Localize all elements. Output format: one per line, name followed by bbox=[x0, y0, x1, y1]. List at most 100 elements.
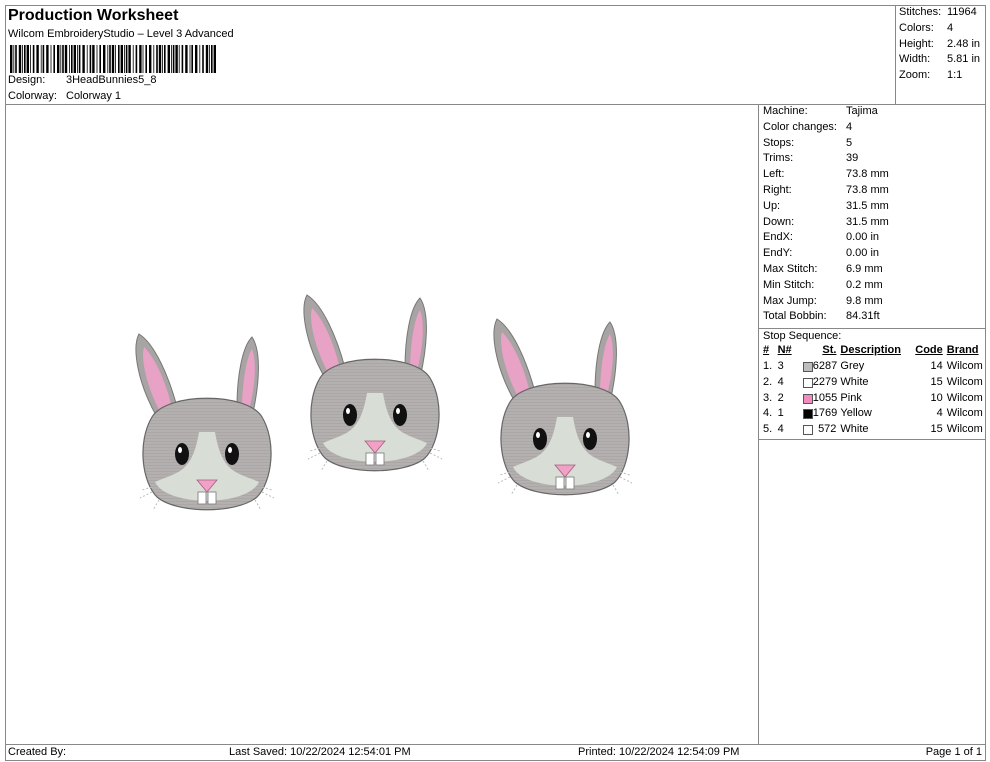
stop-index: 3. bbox=[763, 391, 773, 404]
stat-row: Total Bobbin: 84.31ft bbox=[759, 310, 986, 326]
stat-row: Max Jump: 9.8 mm bbox=[759, 295, 986, 311]
summary-label: Height: bbox=[899, 37, 934, 50]
stat-label: Stops: bbox=[763, 136, 795, 149]
color-code: 4 bbox=[936, 407, 943, 420]
stitch-count-value: 1769 bbox=[812, 407, 838, 420]
column-header: # bbox=[763, 344, 770, 357]
stop-index: 4. bbox=[763, 407, 773, 420]
color-code: 15 bbox=[930, 375, 943, 388]
stat-value: 0.00 in bbox=[846, 247, 880, 260]
stat-row: Down: 31.5 mm bbox=[759, 216, 986, 232]
stitch-count: 6287 bbox=[802, 358, 841, 374]
stop-sequence-title: Stop Sequence: bbox=[763, 330, 842, 343]
bunny-left bbox=[135, 333, 275, 511]
summary-label: Width: bbox=[899, 53, 931, 66]
color-description: Grey bbox=[840, 360, 865, 373]
stats-list: Machine: Tajima Color changes: 4 Stops: 5 Trim… bbox=[759, 105, 986, 326]
stat-value: 0.00 in bbox=[846, 231, 880, 244]
summary-value: 1:1 bbox=[947, 69, 963, 82]
header: Production Worksheet Wilcom EmbroiderySt… bbox=[5, 5, 895, 105]
stat-label: Max Stitch: bbox=[763, 262, 818, 275]
summary-value: 11964 bbox=[947, 6, 977, 18]
stat-label: Color changes: bbox=[763, 120, 837, 133]
colorway-label: Colorway: bbox=[8, 90, 57, 102]
color-swatch bbox=[802, 409, 813, 420]
summary-row: Height: 2.48 in bbox=[899, 38, 986, 54]
printed-date: Printed: 10/22/2024 12:54:09 PM bbox=[578, 746, 740, 758]
stat-row: EndY: 0.00 in bbox=[759, 247, 986, 263]
summary-label: Colors: bbox=[899, 21, 934, 34]
needle-number: 3 bbox=[777, 360, 784, 373]
stat-value: Tajima bbox=[846, 105, 878, 117]
page-title: Production Worksheet bbox=[8, 7, 179, 24]
summary-row: Stitches: 11964 bbox=[899, 6, 986, 22]
stitch-count: 1055 bbox=[802, 390, 841, 406]
stitch-count-value: 6287 bbox=[812, 360, 838, 373]
needle-number: 4 bbox=[777, 423, 784, 436]
stop-row: 4. 1 1769 Yellow 4 Wilcom bbox=[763, 406, 986, 422]
column-header: St. bbox=[822, 344, 837, 357]
color-swatch bbox=[802, 362, 813, 373]
stat-row: Left: 73.8 mm bbox=[759, 168, 986, 184]
brand: Wilcom bbox=[946, 423, 983, 436]
stat-row: Min Stitch: 0.2 mm bbox=[759, 279, 986, 295]
stat-value: 0.2 mm bbox=[846, 278, 883, 291]
color-swatch bbox=[802, 377, 813, 388]
stat-label: EndX: bbox=[763, 231, 793, 244]
stat-row: EndX: 0.00 in bbox=[759, 231, 986, 247]
created-by: Created By: bbox=[8, 746, 67, 758]
summary-value: 5.81 in bbox=[947, 53, 981, 66]
stat-label: EndY: bbox=[763, 247, 793, 260]
software-subtitle: Wilcom EmbroideryStudio – Level 3 Advanc… bbox=[8, 28, 234, 40]
stitch-count-value: 2279 bbox=[812, 375, 838, 388]
stitch-count: 2279 bbox=[802, 374, 841, 390]
design-label: Design: bbox=[8, 74, 46, 86]
summary-box: Stitches: 11964 Colors: 4 Height: 2.48 in Widt… bbox=[895, 5, 986, 105]
stat-value: 6.9 mm bbox=[846, 262, 883, 275]
needle-number: 2 bbox=[777, 391, 784, 404]
column-header: N# bbox=[777, 344, 792, 357]
last-saved: Last Saved: 10/22/2024 12:54:01 PM bbox=[229, 746, 411, 758]
stat-label: Left: bbox=[763, 168, 785, 181]
color-description: Yellow bbox=[840, 407, 872, 420]
stop-row: 3. 2 1055 Pink 10 Wilcom bbox=[763, 390, 986, 406]
color-code: 10 bbox=[930, 391, 943, 404]
stat-value: 4 bbox=[846, 120, 853, 133]
bunny-center bbox=[303, 294, 443, 472]
needle-number: 1 bbox=[777, 407, 784, 420]
stat-row: Trims: 39 bbox=[759, 152, 986, 168]
summary-value: 2.48 in bbox=[947, 37, 981, 50]
stat-row: Machine: Tajima bbox=[759, 105, 986, 121]
stop-row: 5. 4 572 White 15 Wilcom bbox=[763, 421, 986, 437]
summary-row: Zoom: 1:1 bbox=[899, 69, 986, 85]
design-value: 3HeadBunnies5_8 bbox=[66, 74, 157, 86]
brand: Wilcom bbox=[946, 375, 983, 388]
stat-row: Up: 31.5 mm bbox=[759, 200, 986, 216]
column-header: Brand bbox=[946, 344, 979, 357]
stop-index: 5. bbox=[763, 423, 773, 436]
summary-row: Width: 5.81 in bbox=[899, 53, 986, 69]
stat-value: 73.8 mm bbox=[846, 168, 889, 181]
color-code: 14 bbox=[930, 360, 943, 373]
stat-value: 73.8 mm bbox=[846, 183, 889, 196]
stop-header-row: # N# St. Description Code Brand bbox=[763, 342, 986, 358]
color-description: Pink bbox=[840, 391, 862, 404]
stat-value: 31.5 mm bbox=[846, 215, 889, 228]
stat-label: Total Bobbin: bbox=[763, 310, 827, 323]
brand: Wilcom bbox=[946, 407, 983, 420]
stat-label: Min Stitch: bbox=[763, 278, 815, 291]
color-code: 15 bbox=[930, 423, 943, 436]
color-description: White bbox=[840, 423, 869, 436]
stop-sequence: Stop Sequence: # N# St. Description Code Bran… bbox=[759, 328, 986, 441]
needle-number: 4 bbox=[777, 375, 784, 388]
column-header: Description bbox=[840, 344, 901, 357]
design-preview bbox=[5, 105, 759, 744]
stat-value: 39 bbox=[846, 152, 859, 165]
stop-index: 2. bbox=[763, 375, 773, 388]
stop-sequence-table: # N# St. Description Code Brand 1. 3 6287 Grey… bbox=[763, 342, 986, 437]
stitch-count: 1769 bbox=[802, 406, 841, 422]
column-header: Code bbox=[915, 344, 943, 357]
stat-value: 84.31ft bbox=[846, 310, 880, 323]
page-number: Page 1 of 1 bbox=[925, 746, 982, 758]
stat-label: Up: bbox=[763, 199, 781, 212]
